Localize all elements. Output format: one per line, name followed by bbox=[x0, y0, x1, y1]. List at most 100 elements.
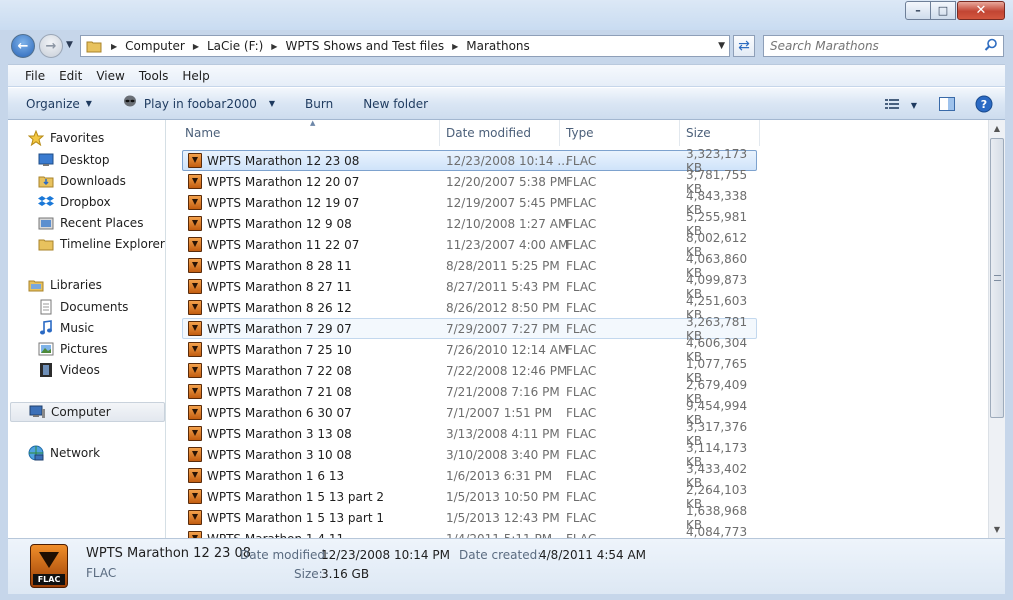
nav-item-music[interactable]: Music bbox=[38, 318, 94, 338]
nav-item-videos[interactable]: Videos bbox=[38, 360, 100, 380]
file-row[interactable]: WPTS Marathon 1 4 111/4/2011 5:11 PMFLAC… bbox=[182, 524, 757, 539]
help-icon[interactable]: ? bbox=[975, 95, 993, 116]
search-icon[interactable] bbox=[984, 38, 998, 55]
file-row[interactable]: WPTS Marathon 12 19 07 12/19/2007 5:45 PM… bbox=[182, 189, 757, 217]
breadcrumb-computer[interactable]: ▶ Computer bbox=[103, 36, 185, 56]
file-row[interactable]: WPTS Marathon 12 23 08 12/23/2008 10:14 .… bbox=[182, 147, 757, 175]
file-row[interactable]: WPTS Marathon 12 9 08 12/10/2008 1:27 AM F… bbox=[182, 210, 757, 238]
file-row[interactable]: WPTS Marathon 8 27 11 8/27/2011 5:43 PM FL… bbox=[182, 273, 757, 301]
details-modified-value[interactable]: 12/23/2008 10:14 PM bbox=[321, 548, 450, 562]
details-size-label: Size: bbox=[294, 567, 323, 581]
chevron-right-icon[interactable]: ▶ bbox=[111, 42, 117, 51]
network-icon bbox=[28, 445, 44, 461]
nav-item-desktop[interactable]: Desktop bbox=[38, 150, 110, 170]
file-date-modified: 8/26/2012 8:50 PM bbox=[446, 300, 560, 315]
file-row[interactable]: WPTS Marathon 11 22 07 11/23/2007 4:00 AM… bbox=[182, 231, 757, 259]
file-row[interactable]: WPTS Marathon 3 13 08 3/13/2008 4:11 PM FL… bbox=[182, 420, 757, 448]
file-row[interactable]: WPTS Marathon 8 28 11 8/28/2011 5:25 PM FL… bbox=[182, 252, 757, 280]
chevron-right-icon[interactable]: ▶ bbox=[271, 42, 277, 51]
scroll-thumb[interactable] bbox=[990, 138, 1004, 418]
file-row[interactable]: WPTS Marathon 7 22 08 7/22/2008 12:46 PM F… bbox=[182, 357, 757, 385]
file-row[interactable]: WPTS Marathon 7 21 08 7/21/2008 7:16 PM FL… bbox=[182, 378, 757, 406]
nav-item-timeline-explorer[interactable]: Timeline Explorer bbox=[38, 234, 165, 254]
flac-file-icon bbox=[188, 426, 202, 441]
file-size: 4,084,773 KB bbox=[686, 524, 748, 539]
file-name: WPTS Marathon 7 29 07 bbox=[207, 321, 352, 336]
nav-item-documents[interactable]: Documents bbox=[38, 297, 128, 317]
file-row[interactable]: WPTS Marathon 7 25 10 7/26/2010 12:14 AM F… bbox=[182, 336, 757, 364]
file-type: FLAC bbox=[566, 237, 597, 252]
file-name: WPTS Marathon 1 5 13 part 2 bbox=[207, 489, 384, 504]
close-button[interactable]: ✕ bbox=[957, 1, 1005, 20]
file-row[interactable]: WPTS Marathon 12 20 07 12/20/2007 5:38 PM… bbox=[182, 168, 757, 196]
arrow-right-icon: → bbox=[45, 38, 57, 54]
nav-libraries[interactable]: Libraries bbox=[28, 277, 102, 293]
menu-tools[interactable]: Tools bbox=[132, 69, 176, 83]
nav-item-dropbox[interactable]: Dropbox bbox=[38, 192, 111, 212]
nav-network[interactable]: Network bbox=[28, 445, 100, 461]
details-size-value: 3.16 GB bbox=[321, 567, 370, 581]
column-header-size[interactable]: Size bbox=[680, 120, 760, 146]
search-input[interactable] bbox=[770, 39, 980, 53]
nav-item-pictures[interactable]: Pictures bbox=[38, 339, 108, 359]
file-name: WPTS Marathon 3 10 08 bbox=[207, 447, 352, 462]
videos-icon bbox=[38, 362, 54, 378]
refresh-button[interactable]: ⇄ bbox=[733, 35, 755, 57]
folder-icon bbox=[85, 38, 103, 54]
column-header-type[interactable]: Type bbox=[560, 120, 680, 146]
nav-item-recent-places[interactable]: Recent Places bbox=[38, 213, 143, 233]
file-type: FLAC bbox=[566, 321, 597, 336]
search-box[interactable] bbox=[763, 35, 1004, 57]
file-type: FLAC bbox=[566, 405, 597, 420]
chevron-right-icon[interactable]: ▶ bbox=[193, 42, 199, 51]
details-created-value[interactable]: 4/8/2011 4:54 AM bbox=[539, 548, 646, 562]
column-header-date-modified[interactable]: Date modified bbox=[440, 120, 560, 146]
minimize-button[interactable]: – bbox=[905, 1, 931, 20]
burn-button[interactable]: Burn bbox=[305, 97, 333, 111]
file-row[interactable]: WPTS Marathon 1 5 13 part 1 1/5/2013 12:4… bbox=[182, 504, 757, 532]
address-history-dropdown[interactable]: ▼ bbox=[718, 41, 725, 51]
menu-help[interactable]: Help bbox=[175, 69, 216, 83]
details-pane: FLAC WPTS Marathon 12 23 08 FLAC Date mo… bbox=[8, 538, 1005, 594]
nav-item-computer[interactable]: Computer bbox=[10, 402, 165, 422]
view-options-dropdown[interactable]: ▼ bbox=[911, 101, 917, 110]
new-folder-button[interactable]: New folder bbox=[363, 97, 428, 111]
file-row[interactable]: WPTS Marathon 7 29 07 7/29/2007 7:27 PM FL… bbox=[182, 315, 757, 343]
file-rows: WPTS Marathon 12 23 08 12/23/2008 10:14 .… bbox=[182, 147, 757, 539]
preview-pane-icon[interactable] bbox=[939, 97, 955, 114]
forward-button[interactable]: → bbox=[39, 34, 63, 58]
recent-pages-dropdown[interactable]: ▼ bbox=[66, 40, 73, 50]
organize-button[interactable]: Organize ▼ bbox=[26, 97, 92, 111]
menu-view[interactable]: View bbox=[89, 69, 131, 83]
details-created-label: Date created: bbox=[459, 548, 542, 562]
menu-file[interactable]: File bbox=[18, 69, 52, 83]
scroll-down-arrow[interactable]: ▼ bbox=[989, 521, 1005, 538]
flac-file-icon bbox=[188, 405, 202, 420]
file-row[interactable]: WPTS Marathon 8 26 12 8/26/2012 8:50 PM FL… bbox=[182, 294, 757, 322]
back-button[interactable]: ← bbox=[11, 34, 35, 58]
breadcrumb-lacie[interactable]: ▶ LaCie (F:) bbox=[185, 36, 263, 56]
navigation-pane: Favorites Desktop Downloads Dropbox Rece… bbox=[8, 120, 166, 538]
menu-edit[interactable]: Edit bbox=[52, 69, 89, 83]
file-row[interactable]: WPTS Marathon 6 30 07 7/1/2007 1:51 PM FLA… bbox=[182, 399, 757, 427]
change-view-icon[interactable] bbox=[884, 98, 901, 113]
vertical-scrollbar[interactable]: ▲ ▼ bbox=[988, 120, 1005, 538]
file-date-modified: 3/10/2008 3:40 PM bbox=[446, 447, 560, 462]
file-date-modified: 1/5/2013 10:50 PM bbox=[446, 489, 560, 504]
breadcrumb-marathons[interactable]: ▶ Marathons bbox=[444, 36, 530, 56]
play-in-foobar-button[interactable]: Play in foobar2000 ▼ bbox=[122, 95, 275, 112]
scroll-up-arrow[interactable]: ▲ bbox=[989, 120, 1005, 137]
file-row[interactable]: WPTS Marathon 1 5 13 part 2 1/5/2013 10:5… bbox=[182, 483, 757, 511]
address-bar[interactable]: ▶ Computer ▶ LaCie (F:) ▶ WPTS Shows and Te… bbox=[80, 35, 730, 57]
file-row[interactable]: WPTS Marathon 3 10 08 3/10/2008 3:40 PM FL… bbox=[182, 441, 757, 469]
chevron-right-icon[interactable]: ▶ bbox=[452, 42, 458, 51]
details-file-type: FLAC bbox=[86, 566, 117, 580]
file-date-modified: 7/26/2010 12:14 AM bbox=[446, 342, 569, 357]
nav-favorites[interactable]: Favorites bbox=[28, 130, 104, 146]
column-header-name[interactable]: Name ▲ bbox=[180, 120, 440, 146]
file-name: WPTS Marathon 8 28 11 bbox=[207, 258, 352, 273]
nav-item-downloads[interactable]: Downloads bbox=[38, 171, 126, 191]
file-row[interactable]: WPTS Marathon 1 6 13 1/6/2013 6:31 PM FLAC… bbox=[182, 462, 757, 490]
maximize-button[interactable]: □ bbox=[930, 1, 956, 20]
breadcrumb-wpts-shows[interactable]: ▶ WPTS Shows and Test files bbox=[263, 36, 444, 56]
